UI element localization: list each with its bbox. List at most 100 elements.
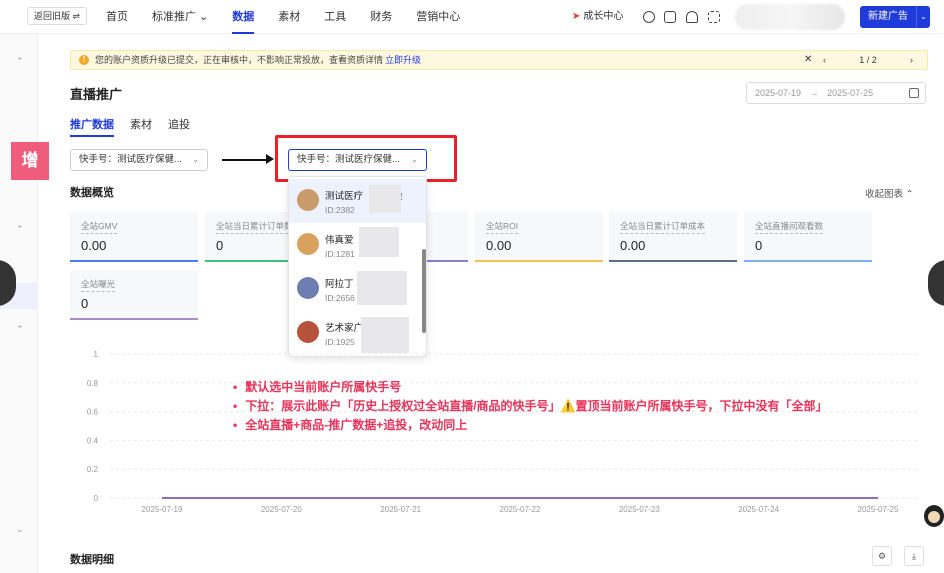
date-range-picker[interactable]: 2025-07-19 → 2025-07-25: [746, 82, 926, 104]
option-id: ID:1281: [325, 249, 355, 259]
annotation-badge-added: 增: [11, 142, 49, 180]
page-tabs: 推广数据 素材 追投: [70, 116, 206, 137]
metric-label: 全站ROI: [486, 220, 519, 234]
annotation-highlight-box: [275, 135, 457, 182]
tab-follow-up[interactable]: 追投: [168, 116, 190, 134]
annotation-note: • 默认选中当前账户所属快手号: [233, 380, 402, 394]
option-id: ID:2382: [325, 205, 355, 215]
y-tick-label: 0.2: [87, 465, 99, 474]
main-nav: 首页 标准推广 ⌄ 数据 素材 工具 财务 营销中心: [106, 0, 484, 34]
close-icon[interactable]: ✕: [804, 51, 812, 69]
sidebar-chevron-up-icon[interactable]: ⌃: [16, 224, 24, 235]
metric-label: 全站GMV: [81, 220, 118, 234]
privacy-mosaic: [359, 227, 399, 257]
qualification-notice: ! 您的账户资质升级已提交，正在审核中，不影响正常投放，查看资质详情 立即升级 ✕…: [70, 50, 928, 70]
paper-plane-icon: ➤: [572, 11, 581, 22]
nav-data[interactable]: 数据: [232, 0, 255, 34]
metric-card[interactable]: 全站当日累计订单成本 0.00: [609, 212, 737, 262]
new-ad-dropdown-chevron-icon[interactable]: ⌄: [916, 6, 930, 28]
metric-bar: [609, 260, 737, 262]
metric-value: 0.00: [81, 238, 107, 253]
metric-value: 0.00: [620, 238, 646, 253]
avatar: [297, 189, 319, 211]
calendar-icon: [909, 88, 919, 98]
sidebar-chevron-up-icon[interactable]: ⌃: [16, 56, 24, 67]
kuaishou-account-dropdown: 测试医疗险 ID:2382 伟真爱 ID:1281 阿拉丁 ID:2656 艺术…: [288, 176, 427, 357]
metric-value: 0: [755, 238, 763, 253]
metric-card[interactable]: 全站直播间观看数 0: [744, 212, 872, 262]
growth-center-link[interactable]: ➤ 成长中心: [572, 0, 623, 34]
tab-promotion-data[interactable]: 推广数据: [70, 116, 114, 137]
metric-label: 全站直播间观看数: [755, 220, 824, 234]
select-value: 快手号：测试医疗保健...: [79, 154, 182, 165]
option-id: ID:2656: [325, 293, 355, 303]
metric-card[interactable]: 全站GMV 0.00: [70, 212, 198, 262]
warning-icon: !: [79, 55, 89, 65]
mascot-icon[interactable]: [920, 500, 944, 528]
top-bar: 返回旧版 ⇌ 首页 标准推广 ⌄ 数据 素材 工具 财务 营销中心 ➤ 成长中心 …: [0, 0, 944, 34]
account-avatar[interactable]: [735, 4, 845, 30]
metric-bar: [744, 260, 872, 262]
option-name: 艺术家广: [325, 323, 364, 334]
apps-grid-icon[interactable]: [708, 11, 720, 23]
bell-icon[interactable]: [686, 11, 698, 23]
sidebar-chevron-up-icon[interactable]: ⌃: [16, 324, 24, 335]
metric-bar: [70, 318, 198, 320]
pager-next-icon[interactable]: ›: [910, 51, 913, 69]
privacy-mosaic: [369, 185, 401, 213]
metric-label: 全站曝光: [81, 278, 116, 292]
tab-materials[interactable]: 素材: [130, 116, 152, 134]
metric-card[interactable]: 全站曝光 0: [70, 270, 198, 320]
annotation-arrow-head: [266, 154, 274, 164]
edit-icon[interactable]: [664, 11, 676, 23]
x-tick-label: 2025-07-21: [380, 505, 421, 514]
metric-bar: [70, 260, 198, 262]
upgrade-link[interactable]: 立即升级: [385, 55, 421, 65]
date-arrow-icon: →: [809, 88, 819, 98]
nav-tools[interactable]: 工具: [324, 0, 346, 34]
dropdown-option[interactable]: 测试医疗险 ID:2382: [289, 179, 426, 223]
avatar: [297, 277, 319, 299]
annotation-note: • 全站直播+商品-推广数据+追投，改动同上: [233, 418, 468, 432]
x-tick-label: 2025-07-24: [738, 505, 779, 514]
nav-finance[interactable]: 财务: [370, 0, 392, 34]
x-tick-label: 2025-07-23: [619, 505, 660, 514]
metric-card[interactable]: 全站ROI 0.00: [475, 212, 603, 262]
page-title: 直播推广: [70, 87, 123, 102]
date-end: 2025-07-25: [827, 88, 874, 98]
download-icon[interactable]: ⤓: [904, 546, 924, 566]
dropdown-option[interactable]: 伟真爱 ID:1281: [289, 223, 426, 267]
sidebar-chevron-down-icon[interactable]: ⌄: [16, 524, 24, 535]
annotation-arrow: [222, 159, 270, 161]
metric-label: 全站当日累计订单成本: [620, 220, 706, 234]
nav-marketing-center[interactable]: 营销中心: [416, 0, 460, 34]
pager-count: 1 / 2: [859, 55, 877, 65]
nav-home[interactable]: 首页: [106, 0, 128, 34]
scroll-right-handle[interactable]: [928, 260, 944, 306]
pager-prev-icon[interactable]: ‹: [823, 51, 826, 69]
dropdown-scrollbar[interactable]: [422, 249, 426, 333]
metric-bar: [475, 260, 603, 262]
option-name: 伟真爱: [325, 235, 354, 246]
settings-icon[interactable]: ⚙: [872, 546, 892, 566]
notice-text: 您的账户资质升级已提交，正在审核中，不影响正常投放，查看资质详情: [95, 55, 384, 65]
help-icon[interactable]: [643, 11, 655, 23]
privacy-mosaic: [357, 271, 407, 305]
new-ad-button[interactable]: 新建广告: [860, 6, 916, 28]
option-name: 阿拉丁: [325, 279, 354, 290]
x-tick-label: 2025-07-19: [142, 505, 183, 514]
nav-standard-promotion[interactable]: 标准推广 ⌄: [152, 0, 208, 34]
x-tick-label: 2025-07-22: [500, 505, 541, 514]
back-to-old-version-button[interactable]: 返回旧版 ⇌: [27, 7, 88, 25]
y-tick-label: 0: [94, 494, 99, 503]
detail-title: 数据明细: [70, 554, 114, 566]
y-tick-label: 1: [94, 350, 99, 359]
y-tick-label: 0.8: [87, 379, 99, 388]
kuaishou-account-select-old[interactable]: 快手号：测试医疗保健... ⌄: [70, 149, 208, 171]
growth-center-label: 成长中心: [583, 11, 624, 22]
collapse-chart-link[interactable]: 收起图表 ⌃: [865, 186, 914, 200]
notice-pager: ‹ 1 / 2 ›: [823, 51, 913, 69]
metric-value: 0: [81, 296, 89, 311]
chevron-down-icon: ⌄: [192, 155, 199, 164]
nav-materials[interactable]: 素材: [278, 0, 300, 34]
